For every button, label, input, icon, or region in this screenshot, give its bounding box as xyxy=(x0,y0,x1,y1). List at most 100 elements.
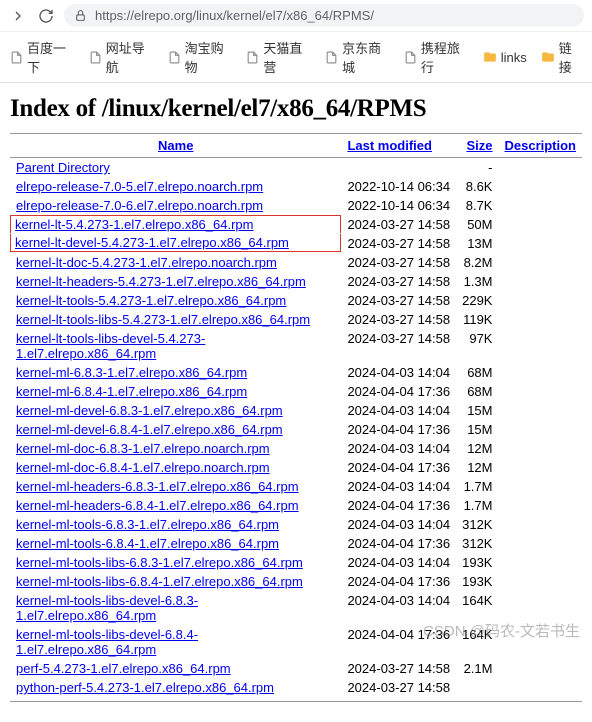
bookmark-label: 携程旅行 xyxy=(421,38,469,76)
file-link[interactable]: kernel-ml-tools-6.8.4-1.el7.elrepo.x86_6… xyxy=(16,536,279,551)
size-cell: 12M xyxy=(456,439,498,458)
size-cell: 229K xyxy=(456,291,498,310)
table-row: kernel-ml-doc-6.8.3-1.el7.elrepo.noarch.… xyxy=(10,439,582,458)
file-link[interactable]: kernel-lt-tools-libs-devel-5.4.273-1.el7… xyxy=(16,331,205,361)
modified-cell: 2024-03-27 14:58 xyxy=(341,291,456,310)
directory-listing: Name Last modified Size Description Pare… xyxy=(10,133,582,702)
table-row: kernel-ml-doc-6.8.4-1.el7.elrepo.noarch.… xyxy=(10,458,582,477)
file-link[interactable]: kernel-ml-headers-6.8.3-1.el7.elrepo.x86… xyxy=(16,479,299,494)
modified-cell: 2024-04-03 14:04 xyxy=(341,401,456,420)
header-name[interactable]: Name xyxy=(10,134,341,158)
address-bar[interactable]: https://elrepo.org/linux/kernel/el7/x86_… xyxy=(64,4,584,27)
description-cell xyxy=(498,329,582,363)
file-link[interactable]: kernel-ml-tools-6.8.3-1.el7.elrepo.x86_6… xyxy=(16,517,279,532)
file-link[interactable]: kernel-ml-devel-6.8.3-1.el7.elrepo.x86_6… xyxy=(16,403,283,418)
file-link[interactable]: perf-5.4.273-1.el7.elrepo.x86_64.rpm xyxy=(16,661,231,676)
bookmark-item[interactable]: links xyxy=(483,50,527,65)
description-cell xyxy=(498,515,582,534)
bookmark-item[interactable]: 天猫直营 xyxy=(246,38,311,76)
file-link[interactable]: kernel-lt-5.4.273-1.el7.elrepo.x86_64.rp… xyxy=(15,217,253,232)
header-description[interactable]: Description xyxy=(498,134,582,158)
description-cell xyxy=(498,534,582,553)
size-cell: 8.7K xyxy=(456,196,498,215)
modified-cell: 2024-03-27 14:58 xyxy=(341,329,456,363)
reload-icon xyxy=(38,8,54,24)
parent-directory-link[interactable]: Parent Directory xyxy=(16,160,110,175)
file-link[interactable]: kernel-ml-doc-6.8.3-1.el7.elrepo.noarch.… xyxy=(16,441,270,456)
reload-button[interactable] xyxy=(36,8,56,24)
bookmark-item[interactable]: 携程旅行 xyxy=(404,38,469,76)
size-cell xyxy=(456,678,498,702)
size-cell: 68M xyxy=(456,382,498,401)
size-cell: - xyxy=(456,158,498,178)
bookmark-label: 百度一下 xyxy=(27,38,75,76)
file-link[interactable]: kernel-lt-headers-5.4.273-1.el7.elrepo.x… xyxy=(16,274,306,289)
file-link[interactable]: kernel-ml-devel-6.8.4-1.el7.elrepo.x86_6… xyxy=(16,422,283,437)
table-row: kernel-ml-tools-libs-6.8.4-1.el7.elrepo.… xyxy=(10,572,582,591)
table-row: perf-5.4.273-1.el7.elrepo.x86_64.rpm2024… xyxy=(10,659,582,678)
bookmark-label: links xyxy=(501,50,527,65)
bookmark-item[interactable]: 百度一下 xyxy=(10,38,75,76)
file-link[interactable]: kernel-ml-6.8.4-1.el7.elrepo.x86_64.rpm xyxy=(16,384,247,399)
size-cell: 15M xyxy=(456,420,498,439)
modified-cell: 2024-04-04 17:36 xyxy=(341,382,456,401)
bookmark-item[interactable]: 网址导航 xyxy=(89,38,154,76)
description-cell xyxy=(498,439,582,458)
size-cell: 97K xyxy=(456,329,498,363)
size-cell: 13M xyxy=(456,234,498,253)
file-link[interactable]: kernel-lt-doc-5.4.273-1.el7.elrepo.noarc… xyxy=(16,255,277,270)
modified-cell: 2024-04-03 14:04 xyxy=(341,515,456,534)
file-link[interactable]: kernel-lt-tools-5.4.273-1.el7.elrepo.x86… xyxy=(16,293,286,308)
file-link[interactable]: kernel-ml-tools-libs-6.8.4-1.el7.elrepo.… xyxy=(16,574,303,589)
modified-cell: 2024-03-27 14:58 xyxy=(341,253,456,272)
modified-cell: 2024-04-04 17:36 xyxy=(341,420,456,439)
size-cell: 2.1M xyxy=(456,659,498,678)
table-row: kernel-ml-tools-libs-devel-6.8.3-1.el7.e… xyxy=(10,591,582,625)
modified-cell: 2024-04-03 14:04 xyxy=(341,439,456,458)
description-cell xyxy=(498,158,582,178)
header-modified[interactable]: Last modified xyxy=(341,134,456,158)
description-cell xyxy=(498,177,582,196)
description-cell xyxy=(498,310,582,329)
page-icon xyxy=(168,51,181,64)
forward-button[interactable] xyxy=(8,8,28,24)
file-link[interactable]: python-perf-5.4.273-1.el7.elrepo.x86_64.… xyxy=(16,680,274,695)
bookmark-item[interactable]: 链接 xyxy=(541,38,582,76)
bookmark-item[interactable]: 淘宝购物 xyxy=(168,38,233,76)
table-row: kernel-lt-tools-libs-devel-5.4.273-1.el7… xyxy=(10,329,582,363)
table-row: kernel-lt-5.4.273-1.el7.elrepo.x86_64.rp… xyxy=(10,215,582,234)
table-row: kernel-ml-tools-6.8.4-1.el7.elrepo.x86_6… xyxy=(10,534,582,553)
page-content: Index of /linux/kernel/el7/x86_64/RPMS N… xyxy=(0,83,592,722)
description-cell xyxy=(498,477,582,496)
page-icon xyxy=(325,51,338,64)
file-link[interactable]: elrepo-release-7.0-5.el7.elrepo.noarch.r… xyxy=(16,179,263,194)
bookmark-label: 链接 xyxy=(559,38,582,76)
modified-cell: 2024-04-04 17:36 xyxy=(341,458,456,477)
file-link[interactable]: kernel-ml-6.8.3-1.el7.elrepo.x86_64.rpm xyxy=(16,365,247,380)
table-row: kernel-lt-tools-libs-5.4.273-1.el7.elrep… xyxy=(10,310,582,329)
table-row: kernel-ml-devel-6.8.4-1.el7.elrepo.x86_6… xyxy=(10,420,582,439)
table-row: kernel-ml-tools-6.8.3-1.el7.elrepo.x86_6… xyxy=(10,515,582,534)
file-link[interactable]: kernel-ml-tools-libs-6.8.3-1.el7.elrepo.… xyxy=(16,555,303,570)
size-cell: 8.6K xyxy=(456,177,498,196)
size-cell: 15M xyxy=(456,401,498,420)
bookmarks-bar: 百度一下网址导航淘宝购物天猫直营京东商城携程旅行 links 链接 xyxy=(0,32,592,83)
folder-icon xyxy=(483,50,497,64)
file-link[interactable]: elrepo-release-7.0-6.el7.elrepo.noarch.r… xyxy=(16,198,263,213)
header-size[interactable]: Size xyxy=(456,134,498,158)
modified-cell: 2024-04-04 17:36 xyxy=(341,625,456,659)
description-cell xyxy=(498,272,582,291)
table-row: kernel-lt-doc-5.4.273-1.el7.elrepo.noarc… xyxy=(10,253,582,272)
table-row: elrepo-release-7.0-5.el7.elrepo.noarch.r… xyxy=(10,177,582,196)
file-link[interactable]: kernel-lt-tools-libs-5.4.273-1.el7.elrep… xyxy=(16,312,310,327)
file-link[interactable]: kernel-ml-doc-6.8.4-1.el7.elrepo.noarch.… xyxy=(16,460,270,475)
file-link[interactable]: kernel-lt-devel-5.4.273-1.el7.elrepo.x86… xyxy=(15,235,289,250)
modified-cell: 2024-03-27 14:58 xyxy=(341,234,456,253)
file-link[interactable]: kernel-ml-tools-libs-devel-6.8.3-1.el7.e… xyxy=(16,593,198,623)
bookmark-item[interactable]: 京东商城 xyxy=(325,38,390,76)
size-cell: 1.7M xyxy=(456,496,498,515)
description-cell xyxy=(498,234,582,253)
file-link[interactable]: kernel-ml-headers-6.8.4-1.el7.elrepo.x86… xyxy=(16,498,299,513)
modified-cell xyxy=(341,158,456,178)
table-row: kernel-ml-6.8.3-1.el7.elrepo.x86_64.rpm2… xyxy=(10,363,582,382)
